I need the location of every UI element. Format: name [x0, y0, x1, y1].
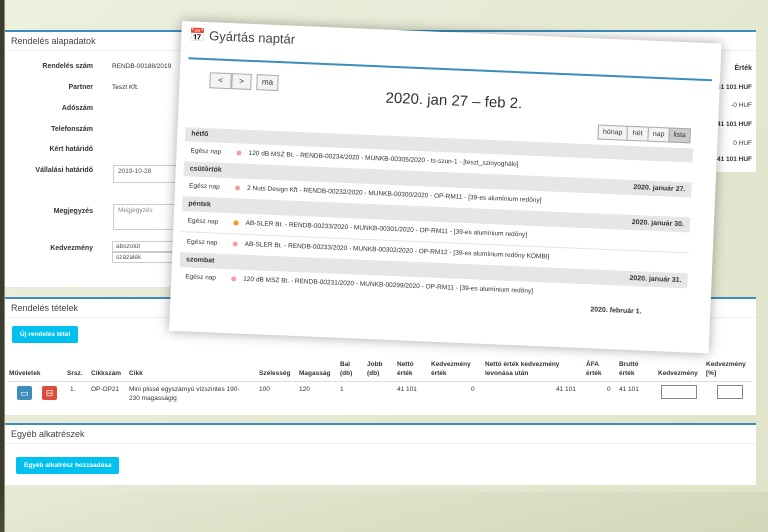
partner-value: Teszt Kft. — [112, 84, 139, 91]
col-srsz: Srsz. — [67, 370, 83, 377]
trash-icon: ⊟ — [45, 388, 54, 398]
order-number-value: RENDB-00188/2019 — [112, 63, 172, 70]
row-cikkszam: OP-OP21 — [91, 386, 120, 393]
phone-label: Telefonszám — [51, 126, 93, 133]
row-szelesseg: 100 — [259, 386, 270, 393]
col-jobb: Jobb (db) — [367, 361, 383, 377]
col-szelesseg: Szélesség — [259, 370, 291, 377]
calendar-date-range: 2020. jan 27 – feb 2. — [385, 89, 523, 113]
col-cikk: Cikk — [129, 370, 143, 377]
calendar-prev-button[interactable]: < — [209, 72, 232, 90]
event-dot-icon — [231, 276, 237, 282]
delete-item-button[interactable]: ⊟ — [42, 386, 57, 400]
row-kedv-ertek: 0 — [471, 386, 475, 393]
calendar-header: 📅 Gyártás naptár — [189, 27, 295, 47]
row-discount-input[interactable] — [661, 385, 697, 399]
requested-deadline-label: Kért határidő — [49, 146, 93, 153]
row-netto-kedv: 41 101 — [556, 386, 576, 393]
col-muveletek: Műveletek — [9, 370, 41, 377]
calendar-next-button[interactable]: > — [231, 73, 252, 90]
col-brutto: Bruttó érték — [619, 361, 639, 377]
bottom-decoration — [0, 492, 768, 532]
event-dot-icon — [233, 220, 239, 226]
order-number-label: Rendelés szám — [42, 63, 93, 70]
col-afa: ÁFA érték — [586, 361, 602, 377]
row-cikk: Mini plissé egyszárnyú vízszintes 190- 23… — [129, 386, 240, 402]
col-netto: Nettó érték — [397, 361, 414, 377]
col-bal: Bal (db) — [340, 361, 353, 377]
pricing-value-header: Érték — [734, 65, 752, 72]
event-allday-label: Egész nap — [187, 217, 219, 226]
view-week-button[interactable]: hét — [626, 125, 649, 142]
production-calendar-window: 📅 Gyártás naptár < > ma 2020. jan 27 – f… — [169, 21, 722, 354]
calendar-icon: 📅 — [189, 27, 206, 43]
discount-label: Kedvezmény — [50, 245, 93, 252]
pricing-value-4: 0 HUF — [733, 140, 752, 147]
col-kedvezmeny-ertek: Kedvezmény érték — [431, 361, 471, 377]
calendar-title: Gyártás naptár — [208, 28, 296, 47]
event-dot-icon — [234, 185, 241, 191]
view-day-button[interactable]: nap — [647, 126, 670, 143]
note-label: Megjegyzés — [53, 208, 93, 215]
table-header-divider — [8, 381, 752, 382]
col-magassag: Magasság — [299, 370, 331, 377]
row-srsz: 1. — [70, 386, 76, 393]
view-list-button[interactable]: lista — [668, 127, 691, 144]
edit-item-button[interactable]: ▭ — [17, 386, 32, 400]
row-bal: 1 — [340, 386, 344, 393]
tax-number-label: Adószám — [61, 105, 93, 112]
partner-label: Partner — [68, 84, 93, 91]
col-netto-kedvezmeny: Nettó érték kedvezmény levonása után — [485, 361, 560, 377]
add-other-part-button[interactable]: Egyéb alkatrész hozzáadása — [16, 457, 120, 474]
pricing-value-2: -0 HUF — [731, 102, 752, 109]
event-allday-label: Egész nap — [185, 273, 217, 282]
row-discount-pct-input[interactable] — [717, 385, 743, 399]
event-allday-label: Egész nap — [190, 147, 222, 156]
col-cikkszam: Cikkszám — [91, 370, 121, 377]
event-dot-icon — [236, 150, 242, 156]
new-order-item-button[interactable]: Új rendelés tétel — [12, 326, 79, 343]
folder-icon: ▭ — [20, 388, 29, 398]
event-allday-label: Egész nap — [188, 182, 220, 191]
event-dot-icon — [232, 241, 238, 247]
pricing-value-5: 41 101 HUF — [716, 156, 752, 163]
row-magassag: 120 — [299, 386, 310, 393]
row-netto: 41 101 — [397, 386, 417, 393]
view-month-button[interactable]: hónap — [597, 124, 629, 141]
row-afa: 0 — [607, 386, 611, 393]
col-kedvezmeny-pct: Kedvezmény [%] — [706, 361, 746, 377]
other-parts-panel: Egyéb alkatrészek Egyéb alkatrész hozzáa… — [5, 423, 756, 485]
row-brutto: 41 101 — [619, 386, 639, 393]
committed-deadline-input[interactable]: 2019-10-28 — [113, 165, 183, 183]
pricing-value-1: 41 101 HUF — [716, 84, 752, 91]
calendar-today-button[interactable]: ma — [256, 74, 279, 92]
pricing-value-3: 41 101 HUF — [716, 121, 752, 128]
col-kedvezmeny: Kedvezmény — [658, 370, 698, 377]
last-day-date: 2020. február 1. — [590, 306, 642, 316]
committed-deadline-label: Vállalási határidő — [35, 167, 93, 174]
event-allday-label: Egész nap — [186, 238, 218, 247]
other-parts-title: Egyéb alkatrészek — [5, 425, 756, 444]
